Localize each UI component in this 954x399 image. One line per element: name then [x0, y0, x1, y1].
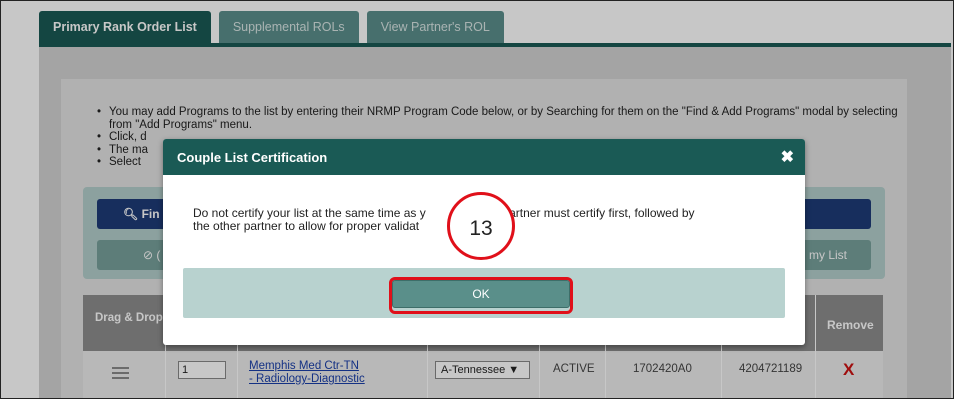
modal-header: Couple List Certification ✖: [163, 139, 805, 175]
step-number-badge: 13: [447, 192, 515, 260]
modal-title: Couple List Certification: [177, 150, 328, 165]
modal-message-text: Do not certify your list at the same tim…: [193, 206, 426, 220]
ok-button-highlight: [389, 277, 573, 314]
close-icon[interactable]: ✖: [781, 147, 794, 167]
app-frame: Primary Rank Order List Supplemental ROL…: [0, 0, 954, 399]
